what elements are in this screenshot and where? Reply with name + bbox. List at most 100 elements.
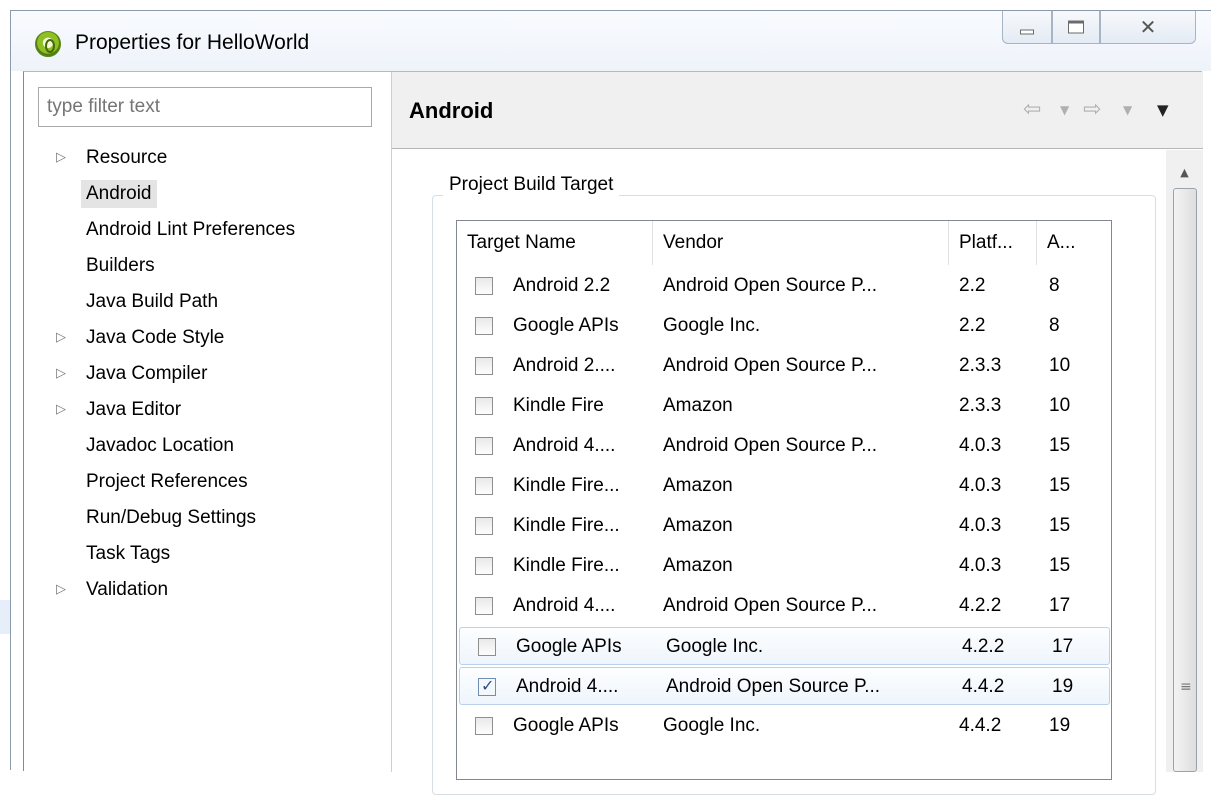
- build-target-group-label: Project Build Target: [443, 174, 620, 196]
- expand-arrow-icon[interactable]: ▷: [56, 392, 66, 428]
- table-row[interactable]: Kindle Fire... Amazon 4.0.3 15: [457, 467, 1111, 505]
- close-button[interactable]: ✕: [1100, 11, 1196, 44]
- checkbox-checked[interactable]: ✓: [478, 676, 496, 696]
- cell-name: Android 4....: [516, 676, 619, 697]
- forward-history-dropdown-icon[interactable]: ▼: [1123, 103, 1132, 127]
- back-arrow-icon[interactable]: ⇦: [1023, 97, 1041, 122]
- minimize-button[interactable]: [1002, 11, 1052, 44]
- tree-item-label: Task Tags: [86, 543, 171, 564]
- column-header-target-name[interactable]: Target Name: [457, 221, 653, 265]
- checkbox[interactable]: [478, 638, 496, 656]
- checkbox[interactable]: [475, 277, 493, 295]
- cell-api: 17: [1052, 636, 1074, 657]
- tree-item[interactable]: Builders: [24, 248, 392, 284]
- table-row[interactable]: Android 4.... Android Open Source P... 4.0…: [457, 427, 1111, 465]
- table-row[interactable]: Google APIs Google Inc. 4.4.2 19: [457, 707, 1111, 745]
- cell-platform: 4.4.2: [959, 715, 1002, 736]
- checkbox[interactable]: [475, 557, 493, 575]
- build-target-table: Target Name Vendor Platf... A... Android…: [456, 220, 1112, 780]
- tree-item[interactable]: ▷ Validation: [24, 572, 392, 608]
- cell-platform: 4.4.2: [962, 676, 1005, 697]
- column-header-api[interactable]: A...: [1037, 221, 1111, 265]
- tree-item[interactable]: Task Tags: [24, 536, 392, 572]
- tree-item-label: Builders: [86, 255, 155, 276]
- checkbox[interactable]: [475, 397, 493, 415]
- table-row[interactable]: Android 2.2 Android Open Source P... 2.2 8: [457, 267, 1111, 305]
- expand-arrow-icon[interactable]: ▷: [56, 356, 66, 392]
- cell-api: 19: [1049, 715, 1071, 736]
- property-pages-tree: ▷ Resource Android Android Lint Preferences…: [24, 140, 392, 608]
- cell-name: Android 4....: [513, 595, 616, 616]
- tree-item[interactable]: ▷ Java Compiler: [24, 356, 392, 392]
- cell-api: 15: [1049, 555, 1071, 576]
- tree-item[interactable]: ▷ Resource: [24, 140, 392, 176]
- table-row[interactable]: Kindle Fire... Amazon 4.0.3 15: [457, 507, 1111, 545]
- checkbox[interactable]: [475, 717, 493, 735]
- cell-platform: 4.0.3: [959, 555, 1002, 576]
- scroll-up-arrow-icon[interactable]: ▲: [1166, 158, 1203, 188]
- checkbox[interactable]: [475, 477, 493, 495]
- table-row[interactable]: Google APIs Google Inc. 2.2 8: [457, 307, 1111, 345]
- title-bar[interactable]: Properties for HelloWorld ✕: [11, 11, 1211, 71]
- tree-item-label: Java Code Style: [86, 327, 225, 348]
- cell-name: Android 4....: [513, 435, 616, 456]
- filter-input[interactable]: [38, 87, 372, 127]
- checkbox[interactable]: [475, 357, 493, 375]
- page-body: Project Build Target Target Name Vendor …: [392, 150, 1203, 795]
- table-row[interactable]: ✓ Android 4.... Android Open Source P... 4.…: [459, 667, 1110, 705]
- maximize-button[interactable]: [1052, 11, 1100, 44]
- table-row[interactable]: Kindle Fire... Amazon 4.0.3 15: [457, 547, 1111, 585]
- cell-vendor: Google Inc.: [663, 715, 761, 736]
- cell-name: Kindle Fire...: [513, 555, 620, 576]
- tree-item-label: Java Compiler: [86, 363, 208, 384]
- tree-item[interactable]: ▷ Java Code Style: [24, 320, 392, 356]
- properties-dialog: Properties for HelloWorld ✕ ▷ Resource And…: [10, 10, 1211, 795]
- table-row[interactable]: Kindle Fire Amazon 2.3.3 10: [457, 387, 1111, 425]
- tree-item[interactable]: Java Build Path: [24, 284, 392, 320]
- cell-vendor: Amazon: [663, 395, 733, 416]
- checkbox[interactable]: [475, 317, 493, 335]
- back-history-dropdown-icon[interactable]: ▼: [1060, 103, 1069, 127]
- tree-item-label: Project References: [86, 471, 248, 492]
- expand-arrow-icon[interactable]: ▷: [56, 572, 66, 608]
- scroll-thumb[interactable]: ≡: [1173, 188, 1197, 772]
- cell-vendor: Android Open Source P...: [663, 435, 878, 456]
- tree-item[interactable]: Project References: [24, 464, 392, 500]
- cell-api: 8: [1049, 275, 1060, 296]
- cell-vendor: Google Inc.: [663, 315, 761, 336]
- checkbox[interactable]: [475, 517, 493, 535]
- cell-name: Android 2....: [513, 355, 616, 376]
- vertical-scrollbar[interactable]: ▲ ≡: [1166, 150, 1203, 772]
- cell-platform: 2.3.3: [959, 355, 1002, 376]
- cell-vendor: Android Open Source P...: [663, 355, 878, 376]
- cell-vendor: Android Open Source P...: [666, 676, 881, 697]
- forward-arrow-icon[interactable]: ⇨: [1083, 97, 1101, 122]
- checkbox[interactable]: [475, 597, 493, 615]
- tree-item[interactable]: ▷ Java Editor: [24, 392, 392, 428]
- page-header: Android ⇦ ▼ ⇨ ▼ ▼: [392, 72, 1203, 149]
- table-row[interactable]: Android 4.... Android Open Source P... 4.2…: [457, 587, 1111, 625]
- checkbox[interactable]: [475, 437, 493, 455]
- cell-api: 10: [1049, 395, 1071, 416]
- tree-item[interactable]: Run/Debug Settings: [24, 500, 392, 536]
- tree-item[interactable]: Android Lint Preferences: [24, 212, 392, 248]
- table-row[interactable]: Google APIs Google Inc. 4.2.2 17: [459, 627, 1110, 665]
- cell-platform: 2.2: [959, 315, 986, 336]
- tree-item-label: Android: [81, 180, 157, 208]
- cell-api: 19: [1052, 676, 1074, 697]
- cell-name: Kindle Fire: [513, 395, 604, 416]
- column-header-vendor[interactable]: Vendor: [653, 221, 949, 265]
- expand-arrow-icon[interactable]: ▷: [56, 140, 66, 176]
- cell-name: Kindle Fire...: [513, 515, 620, 536]
- tree-item-label: Java Build Path: [86, 291, 219, 312]
- expand-arrow-icon[interactable]: ▷: [56, 320, 66, 356]
- tree-item[interactable]: Android: [24, 176, 392, 212]
- dialog-content: ▷ Resource Android Android Lint Preferences…: [23, 71, 1203, 795]
- view-menu-icon[interactable]: ▼: [1157, 101, 1169, 125]
- cell-vendor: Android Open Source P...: [663, 275, 878, 296]
- table-row[interactable]: Android 2.... Android Open Source P... 2.3…: [457, 347, 1111, 385]
- cell-name: Google APIs: [513, 315, 619, 336]
- cell-api: 10: [1049, 355, 1071, 376]
- column-header-platform[interactable]: Platf...: [949, 221, 1037, 265]
- tree-item[interactable]: Javadoc Location: [24, 428, 392, 464]
